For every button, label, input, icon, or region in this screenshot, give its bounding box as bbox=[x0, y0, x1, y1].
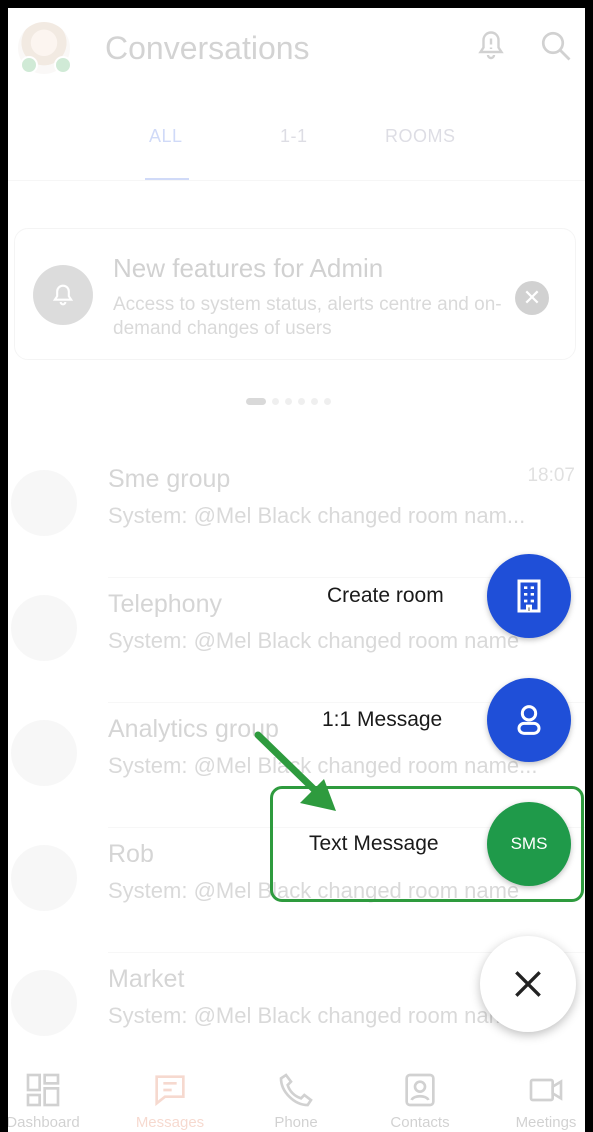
feature-banner[interactable]: New features for Admin Access to system … bbox=[14, 228, 576, 360]
nav-label: Phone bbox=[274, 1114, 318, 1131]
phone-icon bbox=[279, 1073, 313, 1107]
bell-icon bbox=[33, 265, 93, 325]
messages-icon bbox=[155, 1075, 185, 1107]
conversation-name: Sme group bbox=[108, 465, 231, 493]
nav-messages[interactable]: Messages bbox=[115, 1060, 225, 1131]
building-icon bbox=[517, 579, 541, 613]
group-icon bbox=[11, 720, 77, 786]
tab-rooms[interactable]: ROOMS bbox=[385, 126, 456, 147]
status-badge bbox=[54, 56, 72, 74]
video-icon bbox=[529, 1078, 563, 1102]
lock-icon bbox=[11, 845, 77, 911]
page-title: Conversations bbox=[105, 30, 310, 66]
one-to-one-message-button[interactable] bbox=[487, 678, 571, 762]
nav-label: Dashboard bbox=[8, 1114, 80, 1131]
conversation-preview: System: @Mel Black changed room name bbox=[108, 628, 520, 653]
close-icon bbox=[515, 971, 541, 997]
user-avatar[interactable] bbox=[18, 22, 72, 74]
conversation-name: Market bbox=[108, 965, 185, 993]
conversation-preview: System: @Mel Black changed room nam... bbox=[108, 503, 526, 528]
app-screen: Conversations ALL 1-1 ROOMS New features… bbox=[8, 8, 585, 1132]
person-icon bbox=[517, 705, 541, 735]
create-room-label[interactable]: Create room bbox=[327, 584, 444, 608]
tab-one-to-one[interactable]: 1-1 bbox=[280, 126, 308, 147]
status-badge bbox=[20, 56, 38, 74]
list-item[interactable]: Sme group 18:07 System: @Mel Black chang… bbox=[8, 453, 585, 578]
nav-phone[interactable]: Phone bbox=[241, 1060, 351, 1131]
create-room-button[interactable] bbox=[487, 554, 571, 638]
search-icon[interactable] bbox=[538, 28, 574, 64]
contacts-icon bbox=[405, 1073, 435, 1107]
divider bbox=[8, 180, 585, 181]
conversation-name: Rob bbox=[108, 840, 154, 868]
text-message-label[interactable]: Text Message bbox=[309, 832, 439, 856]
group-icon bbox=[11, 970, 77, 1036]
nav-label: Contacts bbox=[390, 1114, 450, 1131]
nav-label: Meetings bbox=[515, 1114, 577, 1131]
conversation-name: Telephony bbox=[108, 590, 222, 618]
banner-text: Access to system status, alerts centre a… bbox=[113, 294, 502, 339]
conversation-time: 18:07 bbox=[527, 465, 575, 486]
arrow-annotation-icon bbox=[254, 731, 336, 811]
text-message-button[interactable]: SMS bbox=[487, 802, 571, 886]
tab-all[interactable]: ALL bbox=[149, 126, 183, 147]
group-icon bbox=[11, 470, 77, 536]
banner-title: New features for Admin bbox=[113, 253, 384, 283]
bottom-nav: Dashboard Messages Phone Contacts Meetin… bbox=[8, 1060, 585, 1132]
close-fab-button[interactable] bbox=[480, 936, 576, 1032]
bell-alert-icon[interactable] bbox=[473, 28, 509, 64]
nav-meetings[interactable]: Meetings bbox=[491, 1060, 585, 1131]
close-icon[interactable]: ✕ bbox=[515, 281, 549, 315]
carousel-indicator bbox=[246, 396, 331, 406]
nav-contacts[interactable]: Contacts bbox=[365, 1060, 475, 1131]
nav-label: Messages bbox=[135, 1114, 205, 1131]
group-icon bbox=[11, 595, 77, 661]
dashboard-icon bbox=[26, 1073, 60, 1107]
nav-dashboard[interactable]: Dashboard bbox=[8, 1060, 98, 1131]
